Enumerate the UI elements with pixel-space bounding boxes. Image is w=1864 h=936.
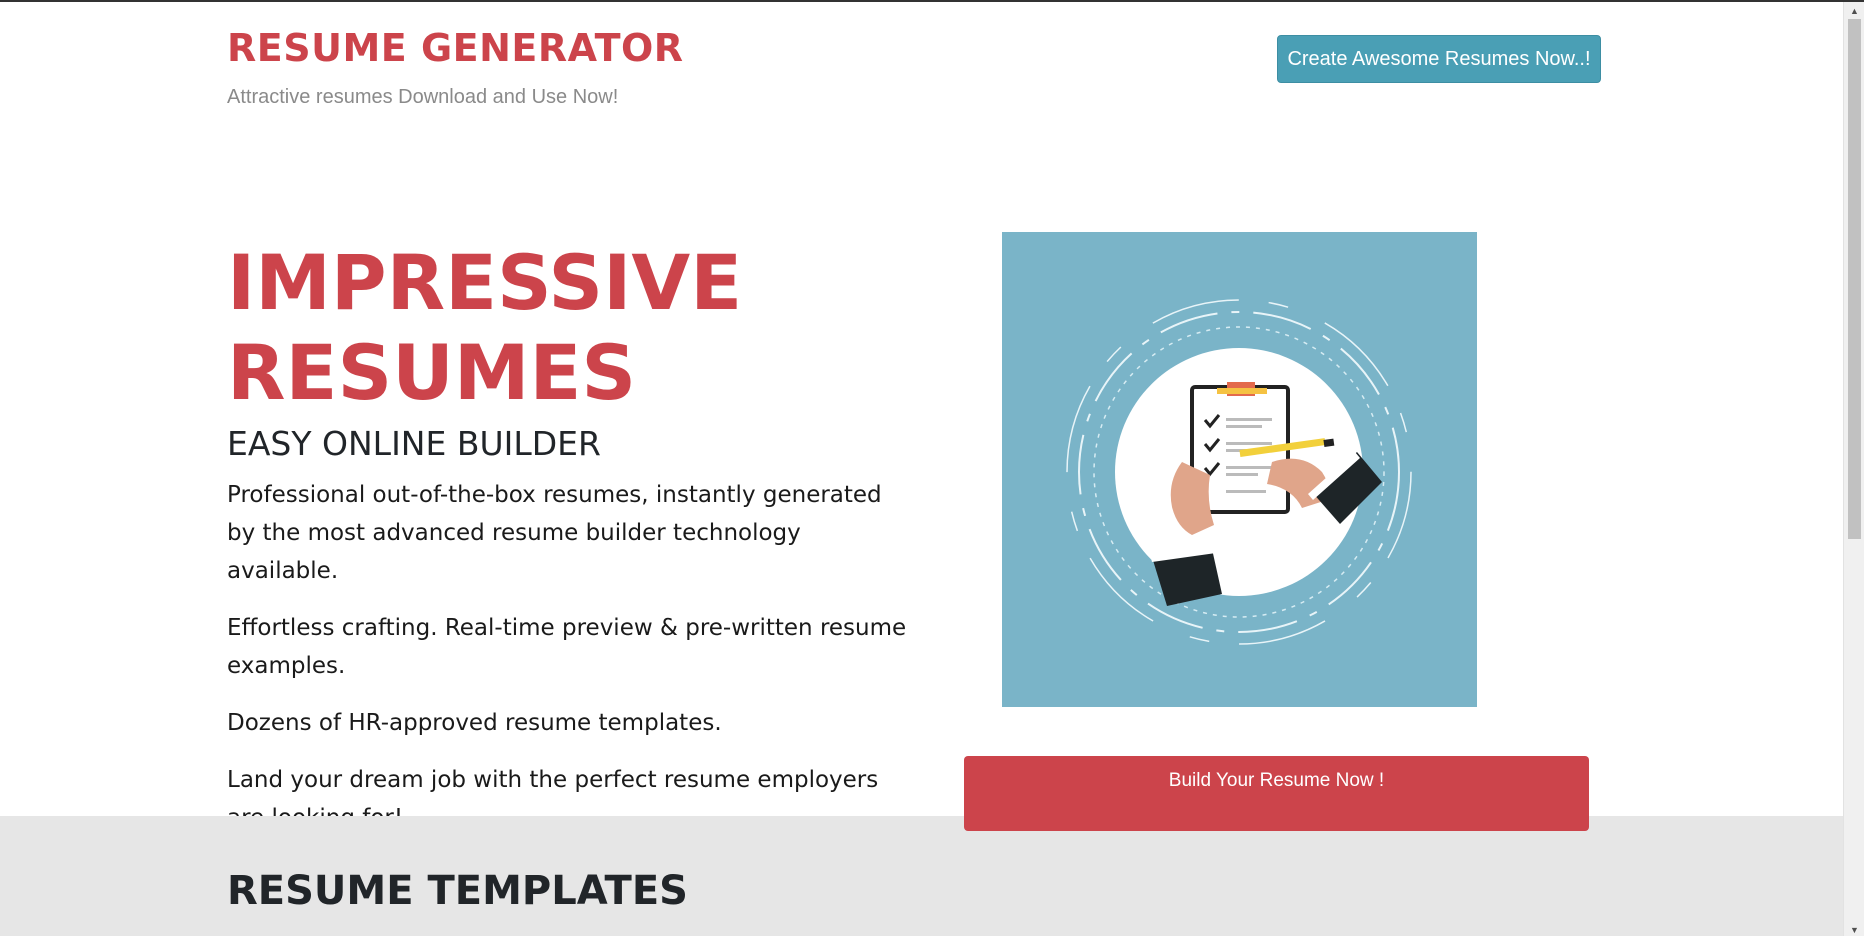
hero-title-line1: IMPRESSIVE: [227, 238, 743, 327]
hero-paragraph: Effortless crafting. Real-time preview &…: [227, 615, 907, 679]
hero-paragraph: Professional out-of-the-box resumes, ins…: [227, 482, 882, 584]
brand-title[interactable]: RESUME GENERATOR: [227, 26, 684, 70]
scroll-up-icon[interactable]: ▲: [1844, 2, 1864, 19]
clipboard-icon: [1066, 299, 1412, 645]
browser-viewport: RESUME GENERATOR Attractive resumes Down…: [0, 0, 1864, 936]
templates-title: RESUME TEMPLATES: [227, 868, 688, 914]
scroll-thumb[interactable]: [1848, 19, 1861, 539]
hero-subtitle: EASY ONLINE BUILDER: [227, 424, 601, 463]
hero-paragraph: Dozens of HR-approved resume templates.: [227, 710, 722, 736]
brand-tagline: Attractive resumes Download and Use Now!: [227, 86, 619, 108]
scroll-down-icon[interactable]: ▼: [1844, 921, 1864, 936]
vertical-scrollbar[interactable]: ▲ ▼: [1843, 2, 1864, 936]
hero-description: Professional out-of-the-box resumes, ins…: [227, 476, 907, 856]
build-resume-button[interactable]: Build Your Resume Now !: [964, 756, 1589, 831]
clipboard-checklist-illustration: [1002, 232, 1477, 707]
hero-title: IMPRESSIVE RESUMES: [227, 238, 787, 418]
page: RESUME GENERATOR Attractive resumes Down…: [0, 2, 1843, 936]
hero-title-line2: RESUMES: [227, 328, 637, 417]
templates-section: RESUME TEMPLATES: [0, 816, 1843, 936]
create-resumes-button[interactable]: Create Awesome Resumes Now..!: [1277, 35, 1601, 83]
